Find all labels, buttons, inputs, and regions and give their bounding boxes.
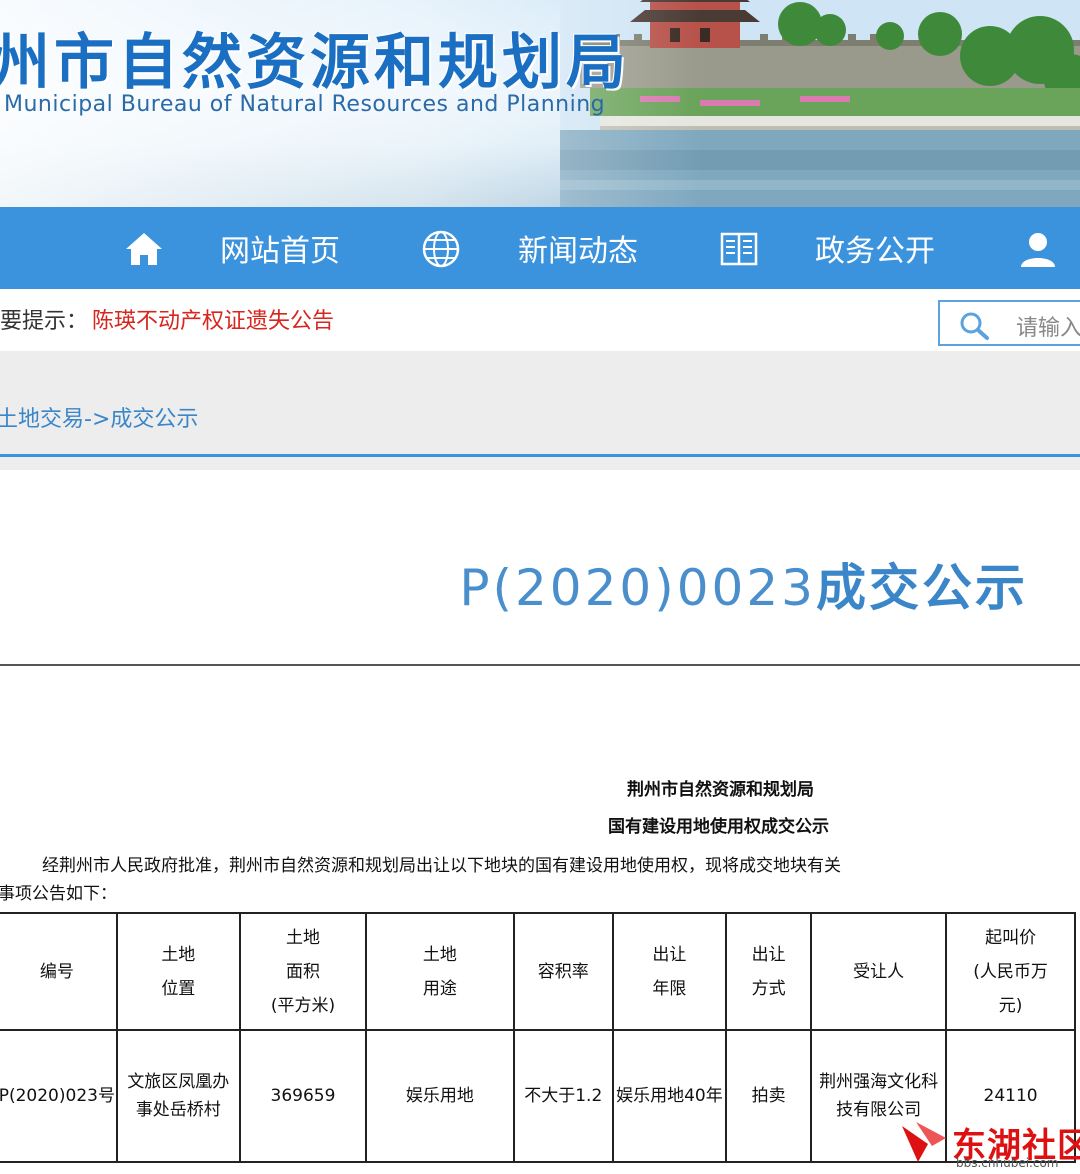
site-title-en: Municipal Bureau of Natural Resources an… [4, 92, 606, 117]
header-banner: 州市自然资源和规划局 Municipal Bureau of Natural R… [0, 0, 1080, 207]
doc-heading-title: 国有建设用地使用权成交公示 [608, 817, 829, 837]
cell-use: 娱乐用地 [364, 1029, 515, 1163]
cell-area: 369659 [238, 1029, 367, 1163]
search-input[interactable]: 请输入 [938, 300, 1080, 346]
nav-gov-affairs-label: 政务公开 [815, 234, 935, 269]
header-cell-method: 出让 方式 [725, 912, 813, 1031]
doc-heading-issuer: 荆州市自然资源和规划局 [627, 780, 814, 800]
table-header-row: 编号 土地 位置 土地 面积 (平方米) 土地 用途 容积率 出让 年限 出让 … [0, 912, 1076, 1031]
header-cell-plot-ratio: 容积率 [512, 912, 614, 1031]
globe-icon[interactable] [421, 229, 461, 269]
doc-paragraph-line2: 事项公告如下： [0, 884, 117, 904]
site-title-cn: 州市自然资源和规划局 [0, 28, 630, 98]
header-cell-area: 土地 面积 (平方米) [238, 912, 367, 1031]
cell-plot-ratio: 不大于1.2 [512, 1029, 614, 1163]
user-icon[interactable] [1018, 229, 1058, 269]
search-placeholder: 请输入 [1016, 316, 1080, 341]
search-icon[interactable] [958, 310, 990, 340]
notice-label: 要提示： [0, 309, 89, 334]
cell-code: P(2020)023号 [0, 1029, 118, 1163]
watermark-logo-icon [902, 1122, 946, 1162]
page-title-suffix: 成交公示 [816, 559, 1028, 617]
nav-gov-affairs[interactable]: 政务公开 [815, 207, 935, 289]
book-icon[interactable] [719, 229, 759, 269]
nav-news-label: 新闻动态 [518, 234, 638, 269]
cell-term: 娱乐用地40年 [611, 1029, 728, 1163]
notice-bar: 要提示： 陈瑛不动产权证遗失公告 请输入 [0, 289, 1080, 351]
home-icon[interactable] [124, 229, 164, 269]
header-cell-use: 土地 用途 [364, 912, 515, 1031]
nav-news[interactable]: 新闻动态 [518, 207, 638, 289]
page-title: P(2020)0023成交公示 [459, 548, 1028, 620]
cell-location: 文旅区凤凰办 事处岳桥村 [115, 1029, 241, 1163]
header-cell-location: 土地 位置 [115, 912, 241, 1031]
header-cell-code: 编号 [0, 912, 118, 1031]
nav-home[interactable]: 网站首页 [220, 207, 340, 289]
nav-home-label: 网站首页 [220, 234, 340, 269]
header-cell-transferee: 受让人 [810, 912, 948, 1031]
page-title-code: P(2020)0023 [459, 559, 816, 617]
breadcrumb[interactable]: 土地交易->成交公示 [0, 401, 198, 433]
cell-method: 拍卖 [725, 1029, 813, 1163]
header-cell-starting-price: 起叫价 (人民币万 元) [945, 912, 1076, 1031]
header-cell-term: 出让 年限 [611, 912, 728, 1031]
title-divider [0, 664, 1080, 666]
notice-link[interactable]: 陈瑛不动产权证遗失公告 [92, 303, 334, 335]
watermark: 东湖社区 bbs.cnhubei.com [898, 1112, 1080, 1174]
section-gap [0, 457, 1080, 470]
watermark-url: bbs.cnhubei.com [956, 1156, 1059, 1170]
doc-paragraph-line1: 经荆州市人民政府批准，荆州市自然资源和规划局出让以下地块的国有建设用地使用权，现… [42, 856, 841, 876]
main-nav: 网站首页 新闻动态 政务公开 [0, 207, 1080, 289]
breadcrumb-bar: 土地交易->成交公示 [0, 351, 1080, 454]
